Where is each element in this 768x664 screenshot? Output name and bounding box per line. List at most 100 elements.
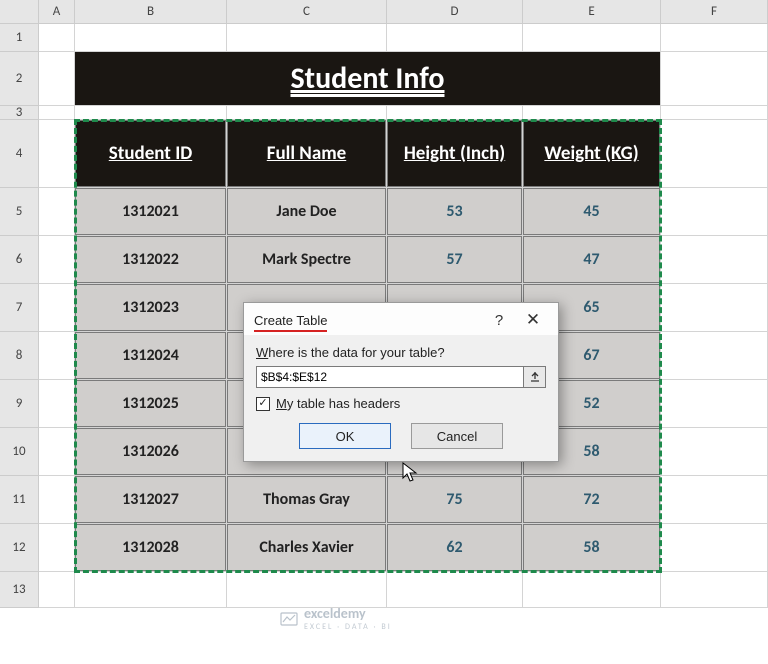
cell-f3[interactable] [661,106,768,120]
cell-a6[interactable] [39,236,75,284]
cell-b10[interactable]: 1312026 [75,428,227,476]
cell-f12[interactable] [661,524,768,572]
headers-checkbox[interactable]: ✓ [256,397,270,411]
collapse-range-icon[interactable] [524,366,546,388]
cell-b9[interactable]: 1312025 [75,380,227,428]
cell-c6[interactable]: Mark Spectre [227,236,387,284]
dialog-titlebar[interactable]: Create Table ? ✕ [244,303,558,335]
cell-b1[interactable] [75,24,227,52]
cell-a4[interactable] [39,120,75,188]
cell-b3[interactable] [75,106,227,120]
col-header-e[interactable]: E [523,0,661,23]
cell-c5[interactable]: Jane Doe [227,188,387,236]
select-all-corner[interactable] [0,0,39,23]
cell-b8[interactable]: 1312024 [75,332,227,380]
col-header-f[interactable]: F [661,0,768,23]
title-text: Student Info [75,52,660,105]
cell-d12[interactable]: 62 [387,524,523,572]
cell-e3[interactable] [523,106,661,120]
cell-a5[interactable] [39,188,75,236]
cell-c11[interactable]: Thomas Gray [227,476,387,524]
cell-e1[interactable] [523,24,661,52]
cell-a8[interactable] [39,332,75,380]
header-name[interactable]: Full Name [227,120,387,188]
headers-checkbox-label: My table has headers [276,396,400,411]
data-name: Charles Xavier [227,524,386,571]
cell-b7[interactable]: 1312023 [75,284,227,332]
row-header-6[interactable]: 6 [0,236,39,284]
cell-c12[interactable]: Charles Xavier [227,524,387,572]
ok-button[interactable]: OK [299,423,391,449]
header-name-text: Full Name [227,120,386,187]
row-header-13[interactable]: 13 [0,572,39,608]
cell-d11[interactable]: 75 [387,476,523,524]
col-header-a[interactable]: A [39,0,75,23]
cell-d13[interactable] [387,572,523,608]
cell-f13[interactable] [661,572,768,608]
cell-d5[interactable]: 53 [387,188,523,236]
cell-e6[interactable]: 47 [523,236,661,284]
row-header-2[interactable]: 2 [0,52,39,106]
row-header-9[interactable]: 9 [0,380,39,428]
cell-d6[interactable]: 57 [387,236,523,284]
col-header-c[interactable]: C [227,0,387,23]
row-header-1[interactable]: 1 [0,24,39,52]
row-header-8[interactable]: 8 [0,332,39,380]
cell-e11[interactable]: 72 [523,476,661,524]
cell-c3[interactable] [227,106,387,120]
row-header-11[interactable]: 11 [0,476,39,524]
cell-b13[interactable] [75,572,227,608]
range-input[interactable] [256,366,524,388]
cell-b6[interactable]: 1312022 [75,236,227,284]
row-header-10[interactable]: 10 [0,428,39,476]
data-id: 1312024 [75,332,226,379]
cell-c1[interactable] [227,24,387,52]
row-header-7[interactable]: 7 [0,284,39,332]
cell-f5[interactable] [661,188,768,236]
cell-f2[interactable] [661,52,768,106]
row-header-5[interactable]: 5 [0,188,39,236]
data-weight: 47 [523,236,660,283]
cell-f7[interactable] [661,284,768,332]
cell-e13[interactable] [523,572,661,608]
cell-f4[interactable] [661,120,768,188]
cell-f9[interactable] [661,380,768,428]
cell-c13[interactable] [227,572,387,608]
cell-e12[interactable]: 58 [523,524,661,572]
cell-a10[interactable] [39,428,75,476]
row-header-3[interactable]: 3 [0,106,39,120]
cancel-button[interactable]: Cancel [411,423,503,449]
help-icon[interactable]: ? [482,309,516,331]
cell-a3[interactable] [39,106,75,120]
title-banner[interactable]: Student Info [75,52,661,106]
cell-f1[interactable] [661,24,768,52]
cell-a1[interactable] [39,24,75,52]
cell-a7[interactable] [39,284,75,332]
header-id[interactable]: Student ID [75,120,227,188]
cell-a2[interactable] [39,52,75,106]
cell-f11[interactable] [661,476,768,524]
col-header-b[interactable]: B [75,0,227,23]
header-weight[interactable]: Weight (KG) [523,120,661,188]
cell-f10[interactable] [661,428,768,476]
cell-b5[interactable]: 1312021 [75,188,227,236]
row-header-4[interactable]: 4 [0,120,39,188]
cell-b12[interactable]: 1312028 [75,524,227,572]
data-height: 75 [387,476,522,523]
cell-a9[interactable] [39,380,75,428]
cell-d1[interactable] [387,24,523,52]
cell-f8[interactable] [661,332,768,380]
close-icon[interactable]: ✕ [516,309,550,331]
cell-a11[interactable] [39,476,75,524]
col-header-d[interactable]: D [387,0,523,23]
cell-a12[interactable] [39,524,75,572]
cell-a13[interactable] [39,572,75,608]
header-height[interactable]: Height (Inch) [387,120,523,188]
cell-b11[interactable]: 1312027 [75,476,227,524]
cell-f6[interactable] [661,236,768,284]
cell-d3[interactable] [387,106,523,120]
header-id-text: Student ID [75,120,226,187]
column-headers: A B C D E F [0,0,768,24]
row-header-12[interactable]: 12 [0,524,39,572]
cell-e5[interactable]: 45 [523,188,661,236]
